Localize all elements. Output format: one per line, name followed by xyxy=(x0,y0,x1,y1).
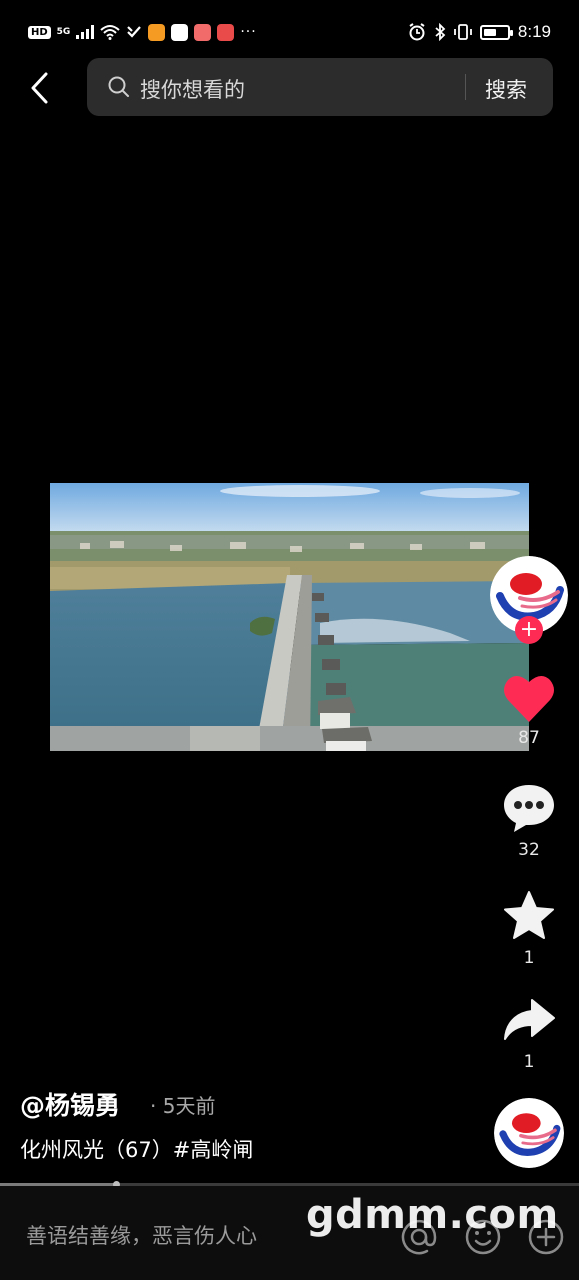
hd-indicator: HD xyxy=(28,25,51,39)
battery-icon xyxy=(479,24,513,40)
watermark-text: gdmm.com xyxy=(306,1192,559,1238)
follow-button[interactable]: + xyxy=(515,616,543,644)
status-bar: HD 5G ··· 8:19 xyxy=(0,0,579,62)
comment-button[interactable]: 32 xyxy=(496,782,562,860)
comment-count: 32 xyxy=(518,840,540,860)
share-button[interactable]: 1 xyxy=(496,996,562,1072)
signal-icon xyxy=(76,25,95,39)
app-notification-icon xyxy=(148,23,166,41)
more-notifications: ··· xyxy=(240,24,257,40)
share-arrow-icon xyxy=(504,999,555,1040)
alarm-icon xyxy=(409,23,425,41)
music-disc-button[interactable] xyxy=(494,1098,564,1168)
video-caption[interactable]: 化州风光（67）#高岭闸 xyxy=(20,1134,253,1164)
network-type: 5G xyxy=(56,27,71,37)
status-left: HD 5G ··· xyxy=(28,20,257,44)
status-right: 8:19 xyxy=(408,19,551,45)
clock: 8:19 xyxy=(517,22,551,41)
share-count: 1 xyxy=(523,1052,535,1072)
vpn-icon xyxy=(127,26,142,38)
comment-icon xyxy=(504,785,554,832)
vibrate-icon xyxy=(454,24,472,40)
app-notification-icon xyxy=(171,23,189,41)
wifi-icon xyxy=(100,25,120,40)
like-button[interactable]: 87 xyxy=(496,672,562,748)
back-button[interactable] xyxy=(24,68,60,108)
bluetooth-icon xyxy=(435,23,446,41)
heart-icon xyxy=(504,675,554,722)
video-frame-dam-aerial xyxy=(50,483,529,751)
app-notification-icon xyxy=(217,23,235,41)
search-input[interactable]: 搜你想看的 xyxy=(140,74,245,104)
search-button[interactable]: 搜索 xyxy=(485,74,527,104)
favorite-count: 1 xyxy=(523,948,535,968)
comment-input[interactable]: 善语结善缘，恶言伤人心 xyxy=(26,1220,257,1250)
like-count: 87 xyxy=(518,728,540,748)
search-divider xyxy=(465,74,466,100)
favorite-button[interactable]: 1 xyxy=(496,890,562,968)
post-time: · 5天前 xyxy=(150,1094,216,1118)
star-icon xyxy=(504,891,554,939)
search-box[interactable]: 搜你想看的 搜索 xyxy=(87,58,553,116)
music-disc-logo-icon xyxy=(494,1098,564,1168)
chevron-left-icon xyxy=(31,72,48,104)
search-icon xyxy=(108,76,129,97)
author-avatar-button[interactable]: + xyxy=(490,556,568,644)
video-player[interactable] xyxy=(50,483,529,751)
author-name[interactable]: @杨锡勇 xyxy=(20,1086,120,1122)
battery-level xyxy=(483,28,496,36)
app-notification-icon xyxy=(194,23,212,41)
